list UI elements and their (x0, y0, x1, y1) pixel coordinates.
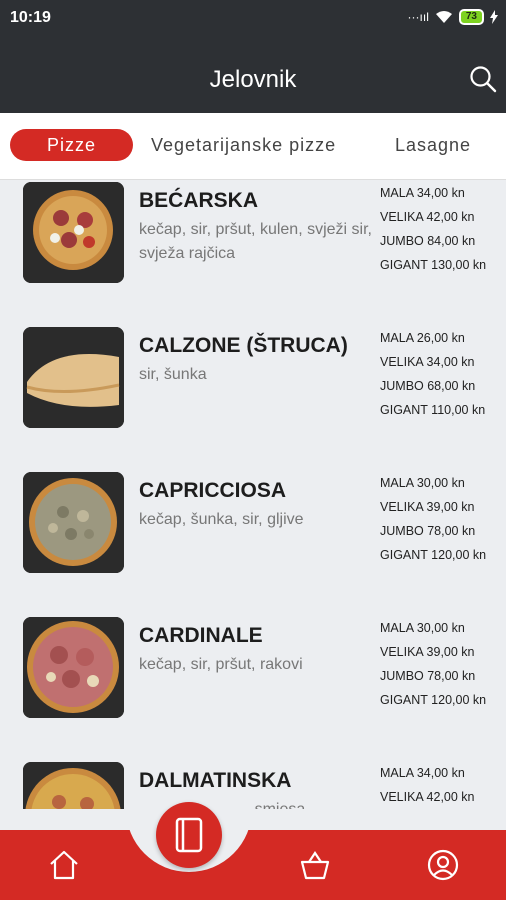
pizza-image (23, 327, 124, 428)
price-mala: MALA 34,00 kn (380, 186, 465, 200)
price-jumbo: JUMBO 78,00 kn (380, 524, 476, 538)
charging-icon (490, 10, 498, 24)
price-gigant: GIGANT 120,00 kn (380, 693, 487, 707)
item-description: sir, šunka (139, 366, 207, 383)
price-list: MALA 26,00 kn VELIKA 34,00 kn JUMBO 68,0… (380, 328, 504, 424)
price-jumbo: JUMBO 78,00 kn (380, 669, 476, 683)
price-mala: MALA 26,00 kn (380, 331, 465, 345)
item-description: kečap, sir, pršut, rakovi (139, 656, 303, 673)
price-mala: MALA 30,00 kn (380, 621, 465, 635)
page-title: Jelovnik (209, 66, 297, 93)
price-mala: MALA 30,00 kn (380, 476, 465, 490)
item-description: kečap, sir, pršut, kulen, svježi sir, sv… (139, 221, 372, 262)
price-list: MALA 34,00 kn VELIKA 42,00 kn (380, 763, 504, 809)
price-gigant: GIGANT 110,00 kn (380, 403, 486, 417)
pizza-image (23, 182, 124, 283)
tab-pizze[interactable]: Pizze (10, 129, 133, 161)
price-gigant: GIGANT 130,00 kn (380, 258, 487, 272)
pizza-image (23, 617, 124, 718)
item-name: CARDINALE (139, 624, 263, 647)
pizza-image (23, 762, 124, 809)
home-icon[interactable] (47, 848, 81, 882)
menu-item[interactable]: CALZONE (ŠTRUCA) sir, šunka MALA 26,00 k… (0, 327, 506, 447)
profile-icon[interactable] (426, 848, 460, 882)
bottom-nav (0, 830, 506, 900)
price-velika: VELIKA 42,00 kn (380, 790, 475, 804)
wifi-icon (435, 11, 452, 23)
price-velika: VELIKA 34,00 kn (380, 355, 475, 369)
menu-book-icon (175, 817, 203, 853)
search-icon[interactable] (468, 64, 498, 94)
basket-icon[interactable] (298, 848, 332, 882)
price-gigant: GIGANT 120,00 kn (380, 548, 487, 562)
price-list: MALA 30,00 kn VELIKA 39,00 kn JUMBO 78,0… (380, 618, 504, 714)
status-bar: 10:19 ···ııl 73 (0, 0, 506, 36)
status-time: 10:19 (10, 9, 51, 26)
price-list: MALA 34,00 kn VELIKA 42,00 kn JUMBO 84,0… (380, 183, 504, 279)
item-name: DALMATINSKA (139, 769, 292, 792)
price-jumbo: JUMBO 84,00 kn (380, 234, 476, 248)
menu-item[interactable]: CARDINALE kečap, sir, pršut, rakovi MALA… (0, 617, 506, 737)
menu-list: BEĆARSKA kečap, sir, pršut, kulen, svjež… (0, 181, 506, 809)
price-velika: VELIKA 39,00 kn (380, 645, 475, 659)
menu-item[interactable]: CAPRICCIOSA kečap, šunka, sir, gljive MA… (0, 472, 506, 592)
tab-lasagne[interactable]: Lasagne (395, 129, 471, 161)
price-velika: VELIKA 42,00 kn (380, 210, 475, 224)
battery-indicator: 73 (458, 9, 484, 25)
item-description: kečap, šunka, sir, gljive (139, 511, 304, 528)
menu-item[interactable]: DALMATINSKA kečap, sir, royal smjesa MAL… (0, 762, 506, 809)
signal-icon: ···ııl (407, 10, 429, 24)
menu-item[interactable]: BEĆARSKA kečap, sir, pršut, kulen, svjež… (0, 182, 506, 302)
price-jumbo: JUMBO 68,00 kn (380, 379, 476, 393)
price-list: MALA 30,00 kn VELIKA 39,00 kn JUMBO 78,0… (380, 473, 504, 569)
item-name: BEĆARSKA (139, 189, 259, 212)
price-mala: MALA 34,00 kn (380, 766, 465, 780)
category-tabs: Pizze Vegetarijanske pizze Lasagne (0, 113, 506, 180)
tab-vegetarijanske-pizze[interactable]: Vegetarijanske pizze (151, 129, 336, 161)
pizza-image (23, 472, 124, 573)
price-velika: VELIKA 39,00 kn (380, 500, 475, 514)
status-icons: ···ııl 73 (408, 9, 498, 25)
item-name: CALZONE (ŠTRUCA) (139, 334, 348, 357)
app-bar: Jelovnik (0, 36, 506, 113)
item-name: CAPRICCIOSA (139, 479, 287, 502)
menu-fab[interactable] (156, 802, 222, 868)
